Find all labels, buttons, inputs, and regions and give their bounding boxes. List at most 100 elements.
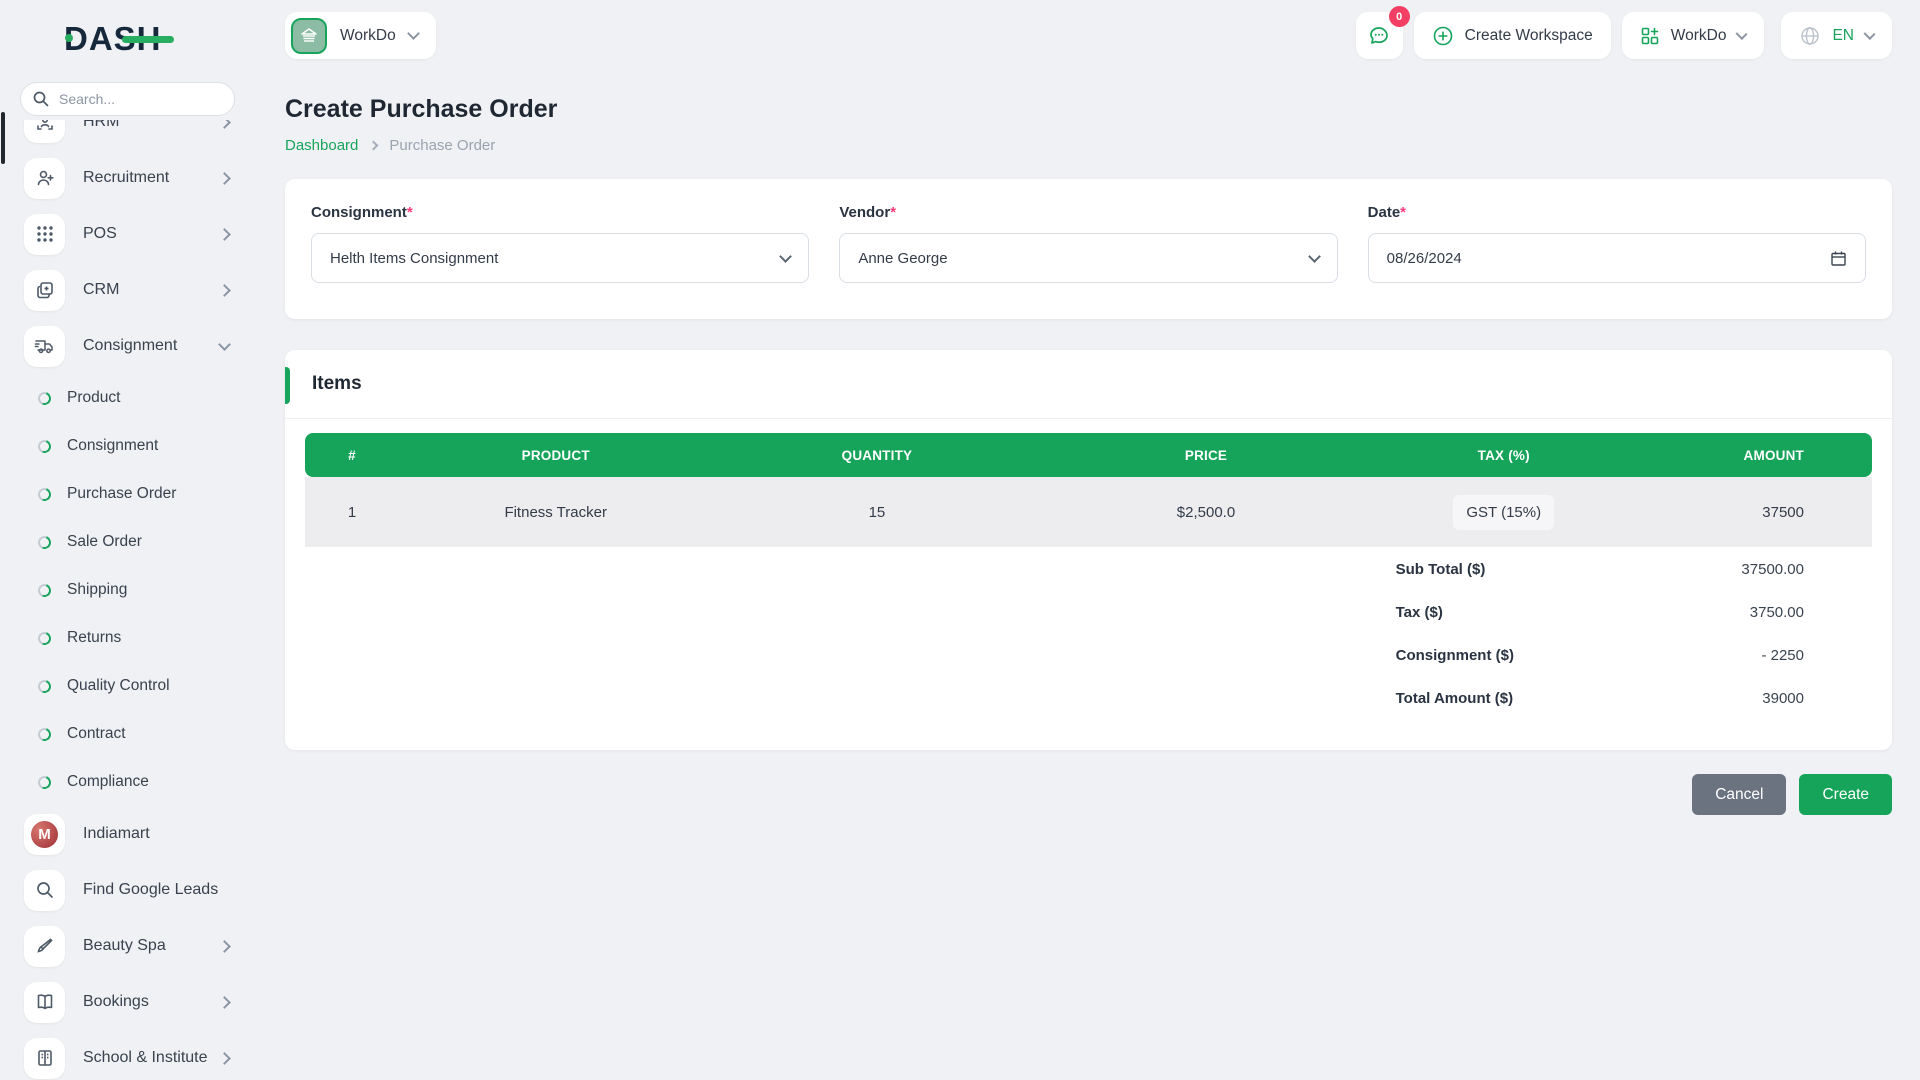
chevron-right-icon	[369, 141, 379, 151]
main-content: Create Purchase Order Dashboard Purchase…	[285, 0, 1892, 815]
building-icon	[24, 1038, 65, 1079]
chevron-right-icon	[218, 120, 231, 128]
tax-row: Tax ($) 3750.00	[305, 591, 1872, 634]
create-button[interactable]: Create	[1799, 774, 1892, 815]
sidebar-item-indiamart[interactable]: M Indiamart	[0, 806, 255, 862]
sidebar-subitem-product[interactable]: Product	[0, 374, 255, 422]
tax-value: 3750.00	[1750, 604, 1872, 621]
sidebar-item-consignment[interactable]: Consignment	[0, 318, 255, 374]
sidebar-subitem-consignment[interactable]: Consignment	[0, 422, 255, 470]
col-header-tax: TAX (%)	[1371, 433, 1637, 477]
date-label: Date*	[1368, 204, 1866, 221]
chevron-right-icon	[218, 284, 231, 297]
chevron-right-icon	[218, 940, 231, 953]
sidebar-item-label: Consignment	[83, 337, 220, 355]
bullet-ring-icon	[36, 725, 53, 742]
book-icon	[24, 982, 65, 1023]
sidebar-item-label: Beauty Spa	[83, 937, 220, 955]
bullet-ring-icon	[36, 773, 53, 790]
items-section-title: Items	[285, 350, 1892, 419]
consignment-label: Consignment*	[311, 204, 809, 221]
sidebar-subitem-label: Sale Order	[67, 533, 142, 551]
sidebar-item-label: Indiamart	[83, 825, 229, 843]
consignment-select[interactable]: Helth Items Consignment	[311, 233, 809, 283]
recruitment-icon	[24, 158, 65, 199]
bullet-ring-icon	[36, 389, 53, 406]
logo-green-dot	[65, 34, 73, 42]
chevron-right-icon	[218, 996, 231, 1009]
cell-tax: GST (15%)	[1371, 477, 1637, 547]
crm-icon	[24, 270, 65, 311]
required-asterisk: *	[1400, 204, 1406, 221]
sidebar-item-beauty-spa[interactable]: Beauty Spa	[0, 918, 255, 974]
cell-product: Fitness Tracker	[399, 477, 712, 547]
col-header-product: PRODUCT	[399, 433, 712, 477]
page-title: Create Purchase Order	[285, 95, 1892, 124]
sidebar-subitem-label: Purchase Order	[67, 485, 176, 503]
sidebar-subitem-label: Product	[67, 389, 120, 407]
sidebar-item-hrm[interactable]: HRM	[0, 120, 255, 150]
date-input[interactable]	[1387, 250, 1755, 267]
sidebar-item-crm[interactable]: CRM	[0, 262, 255, 318]
calendar-icon[interactable]	[1830, 250, 1847, 267]
sidebar-item-find-google-leads[interactable]: Find Google Leads	[0, 862, 255, 918]
sidebar-item-recruitment[interactable]: Recruitment	[0, 150, 255, 206]
sidebar-subitem-contract[interactable]: Contract	[0, 710, 255, 758]
subtotal-value: 37500.00	[1741, 561, 1872, 578]
section-accent-bar	[285, 367, 290, 404]
bullet-ring-icon	[36, 485, 53, 502]
date-input-wrap	[1368, 233, 1866, 283]
chevron-down-icon	[779, 250, 792, 263]
col-header-quantity: QUANTITY	[712, 433, 1041, 477]
vendor-selected-value: Anne George	[858, 250, 947, 267]
bullet-ring-icon	[36, 677, 53, 694]
sidebar: DASH HRM Recruitment POS	[0, 0, 255, 1080]
consignment-field: Consignment* Helth Items Consignment	[311, 204, 809, 283]
consignment-total-label: Consignment ($)	[1396, 647, 1514, 664]
dash-logo[interactable]: DASH	[64, 20, 162, 58]
cell-quantity: 15	[712, 477, 1041, 547]
cancel-button[interactable]: Cancel	[1692, 774, 1786, 815]
bullet-ring-icon	[36, 629, 53, 646]
cell-amount: 37500	[1637, 477, 1872, 547]
sidebar-item-label: Find Google Leads	[83, 881, 229, 899]
indiamart-icon: M	[24, 814, 65, 855]
chevron-right-icon	[218, 172, 231, 185]
total-amount-row: Total Amount ($) 39000	[305, 677, 1872, 720]
sidebar-subitem-compliance[interactable]: Compliance	[0, 758, 255, 806]
sidebar-subitem-label: Quality Control	[67, 677, 170, 695]
sidebar-subitem-shipping[interactable]: Shipping	[0, 566, 255, 614]
sidebar-subitem-returns[interactable]: Returns	[0, 614, 255, 662]
sidebar-scrollbar[interactable]	[1, 112, 5, 164]
sidebar-item-bookings[interactable]: Bookings	[0, 974, 255, 1030]
sidebar-subitem-quality-control[interactable]: Quality Control	[0, 662, 255, 710]
cell-price: $2,500.0	[1041, 477, 1370, 547]
tax-badge: GST (15%)	[1453, 495, 1554, 530]
total-amount-value: 39000	[1762, 690, 1872, 707]
subtotal-row: Sub Total ($) 37500.00	[305, 548, 1872, 591]
vendor-select[interactable]: Anne George	[839, 233, 1337, 283]
bullet-ring-icon	[36, 581, 53, 598]
search-input[interactable]	[20, 82, 235, 116]
purchase-order-form: Consignment* Helth Items Consignment Ven…	[285, 179, 1892, 319]
cell-index: 1	[305, 477, 399, 547]
sidebar-subitem-purchase-order[interactable]: Purchase Order	[0, 470, 255, 518]
sidebar-item-label: HRM	[83, 120, 220, 131]
subtotal-label: Sub Total ($)	[1396, 561, 1486, 578]
bullet-ring-icon	[36, 533, 53, 550]
bullet-ring-icon	[36, 437, 53, 454]
sidebar-item-pos[interactable]: POS	[0, 206, 255, 262]
col-header-amount: AMOUNT	[1637, 433, 1872, 477]
items-table: # PRODUCT QUANTITY PRICE TAX (%) AMOUNT …	[305, 433, 1872, 547]
table-row: 1 Fitness Tracker 15 $2,500.0 GST (15%) …	[305, 477, 1872, 547]
consignment-total-value: - 2250	[1761, 647, 1872, 664]
sidebar-item-school-institute[interactable]: School & Institute	[0, 1030, 255, 1080]
sidebar-search	[20, 82, 235, 116]
col-header-price: PRICE	[1041, 433, 1370, 477]
chevron-right-icon	[218, 1052, 231, 1065]
sidebar-subitem-label: Shipping	[67, 581, 127, 599]
chevron-down-icon	[1308, 250, 1321, 263]
truck-icon	[24, 326, 65, 367]
breadcrumb-dashboard-link[interactable]: Dashboard	[285, 137, 358, 154]
sidebar-subitem-sale-order[interactable]: Sale Order	[0, 518, 255, 566]
